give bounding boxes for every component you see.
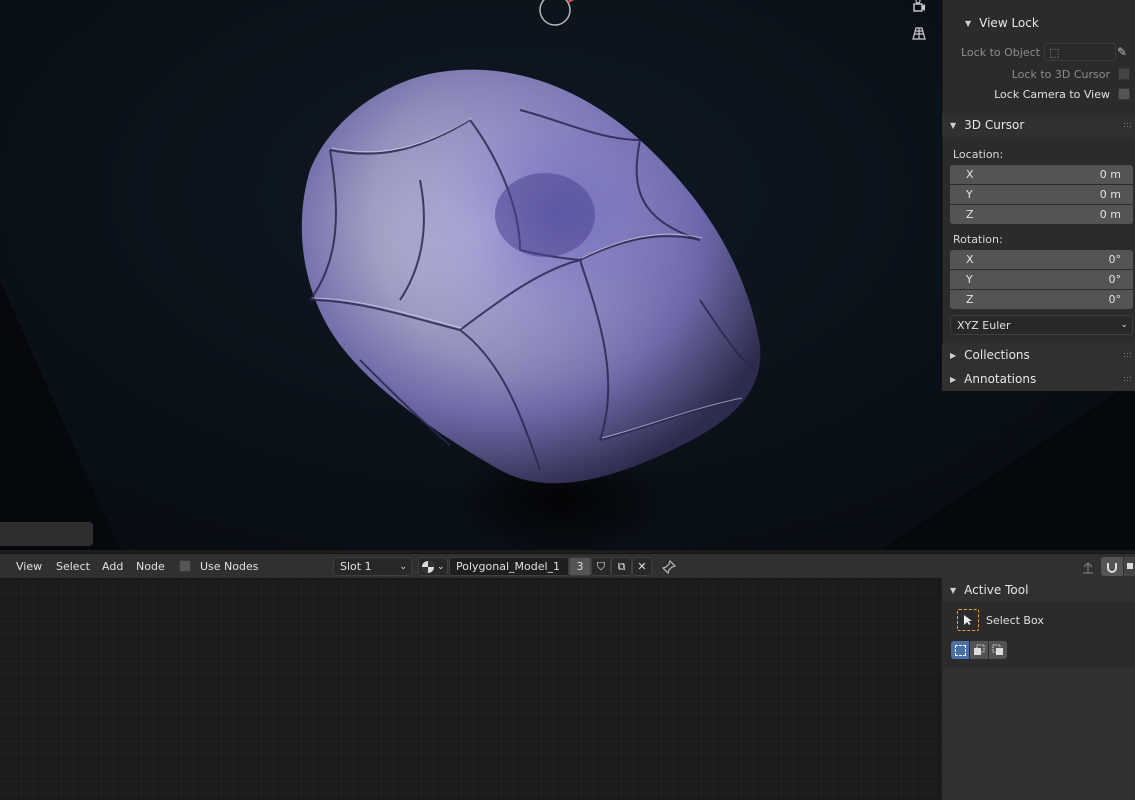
menu-node[interactable]: Node [136,560,165,573]
mesh-object[interactable] [301,69,761,484]
axis-value: 0 m [1099,208,1121,221]
axis-value: 0° [1108,273,1122,286]
menu-view[interactable]: View [16,560,42,573]
axis-label: Z [966,208,974,221]
cursor-rotation-y-field[interactable]: Y 0° [950,270,1133,289]
3d-cursor-title: 3D Cursor [964,118,1025,132]
material-browse-button[interactable]: ⌄ [418,557,448,576]
annotations-title: Annotations [964,372,1037,386]
expand-triangle-icon: ▼ [950,120,957,130]
select-mode-extend-icon[interactable] [970,641,988,659]
axis-label: Y [966,273,973,286]
panel-grip-icon[interactable] [1123,376,1133,381]
select-mode-new-icon[interactable] [951,641,969,659]
collections-header[interactable]: ▶ Collections [942,343,1135,367]
cursor-location-z-field[interactable]: Z 0 m [950,205,1133,224]
parent-node-tree-icon[interactable] [1078,557,1098,576]
axis-label: Z [966,293,974,306]
select-box-tool-icon[interactable] [957,609,979,631]
material-sphere-icon [422,560,434,573]
panel-grip-icon[interactable] [1123,352,1133,357]
panel-grip-icon[interactable] [1123,122,1133,127]
node-editor-sidebar: ▼ Active Tool Select Box [942,578,1135,800]
expand-triangle-icon: ▼ [950,585,957,595]
rotation-mode-select[interactable]: XYZ Euler ⌄ [950,315,1133,335]
axis-label: X [966,253,974,266]
unlink-material-button[interactable]: ✕ [632,557,652,576]
snapping-magnet-icon[interactable] [1101,557,1123,576]
chevron-down-icon: ⌄ [437,561,445,572]
location-label: Location: [953,148,1004,161]
axis-label: X [966,168,974,181]
select-mode-subtract-icon[interactable] [989,641,1007,659]
annotations-header[interactable]: ▶ Annotations [942,367,1135,391]
duplicate-material-button[interactable]: ⧉ [611,557,632,576]
3d-cursor-header[interactable]: ▼ 3D Cursor [942,113,1135,137]
active-tool-header[interactable]: ▼ Active Tool [942,578,1135,602]
chevron-down-icon: ⌄ [1120,320,1128,330]
material-name-value: Polygonal_Model_1 [456,560,561,573]
menu-add[interactable]: Add [102,560,123,573]
slot-select[interactable]: Slot 1 ⌄ [333,557,412,576]
view-lock-title: View Lock [979,16,1039,30]
node-editor-canvas[interactable] [0,578,942,800]
view-lock-header[interactable]: ▼ View Lock [943,11,1135,35]
material-name-field[interactable]: Polygonal_Model_1 [449,557,569,576]
tool-name: Select Box [986,614,1044,627]
cursor-rotation-x-field[interactable]: X 0° [950,250,1133,269]
user-count-value: 3 [576,560,584,573]
rotation-label: Rotation: [953,233,1003,246]
object-field-icon: ⬚ [1049,46,1060,59]
shield-icon: ⛉ [596,559,606,573]
axis-label: Y [966,188,973,201]
collections-title: Collections [964,348,1030,362]
fake-user-button[interactable]: ⛉ [591,557,611,576]
lock-to-3d-cursor-label: Lock to 3D Cursor [1011,68,1110,81]
use-nodes-label: Use Nodes [200,560,259,573]
use-nodes-checkbox[interactable] [179,560,191,572]
axis-value: 0° [1108,293,1122,306]
copy-icon: ⧉ [617,559,626,573]
gizmo-axis-circle[interactable] [539,0,571,26]
axis-value: 0° [1108,253,1122,266]
active-tool-body: Select Box [942,602,1135,668]
rotation-mode-value: XYZ Euler [957,318,1011,332]
user-count-button[interactable]: 3 [569,557,591,576]
lock-camera-to-view-checkbox[interactable] [1118,88,1130,100]
cursor-location-x-field[interactable]: X 0 m [950,165,1133,184]
close-icon: ✕ [637,560,647,573]
viewport-operator-strip [0,522,93,546]
cursor-rotation-z-field[interactable]: Z 0° [950,290,1133,309]
cursor-location-y-field[interactable]: Y 0 m [950,185,1133,204]
lock-to-object-field[interactable]: ⬚ [1044,43,1116,61]
lock-to-object-label: Lock to Object [961,46,1040,59]
pin-icon[interactable] [659,557,679,576]
perspective-grid-icon[interactable] [907,21,931,45]
lock-to-3d-cursor-checkbox[interactable] [1118,68,1130,80]
collapsed-triangle-icon: ▶ [950,350,957,360]
menu-select[interactable]: Select [56,560,90,573]
collapsed-triangle-icon: ▶ [950,374,957,384]
node-editor-header: View Select Add Node Use Nodes Slot 1 ⌄ … [0,553,1135,578]
snap-target-icon[interactable] [1124,557,1135,576]
chevron-down-icon: ⌄ [399,561,407,572]
slot-value: Slot 1 [340,560,372,573]
lock-camera-to-view-label: Lock Camera to View [994,88,1110,101]
axis-value: 0 m [1099,168,1121,181]
eyedropper-icon[interactable]: ✎ [1117,45,1127,59]
expand-triangle-icon: ▼ [965,18,972,28]
axis-value: 0 m [1099,188,1121,201]
active-tool-title: Active Tool [964,583,1029,597]
